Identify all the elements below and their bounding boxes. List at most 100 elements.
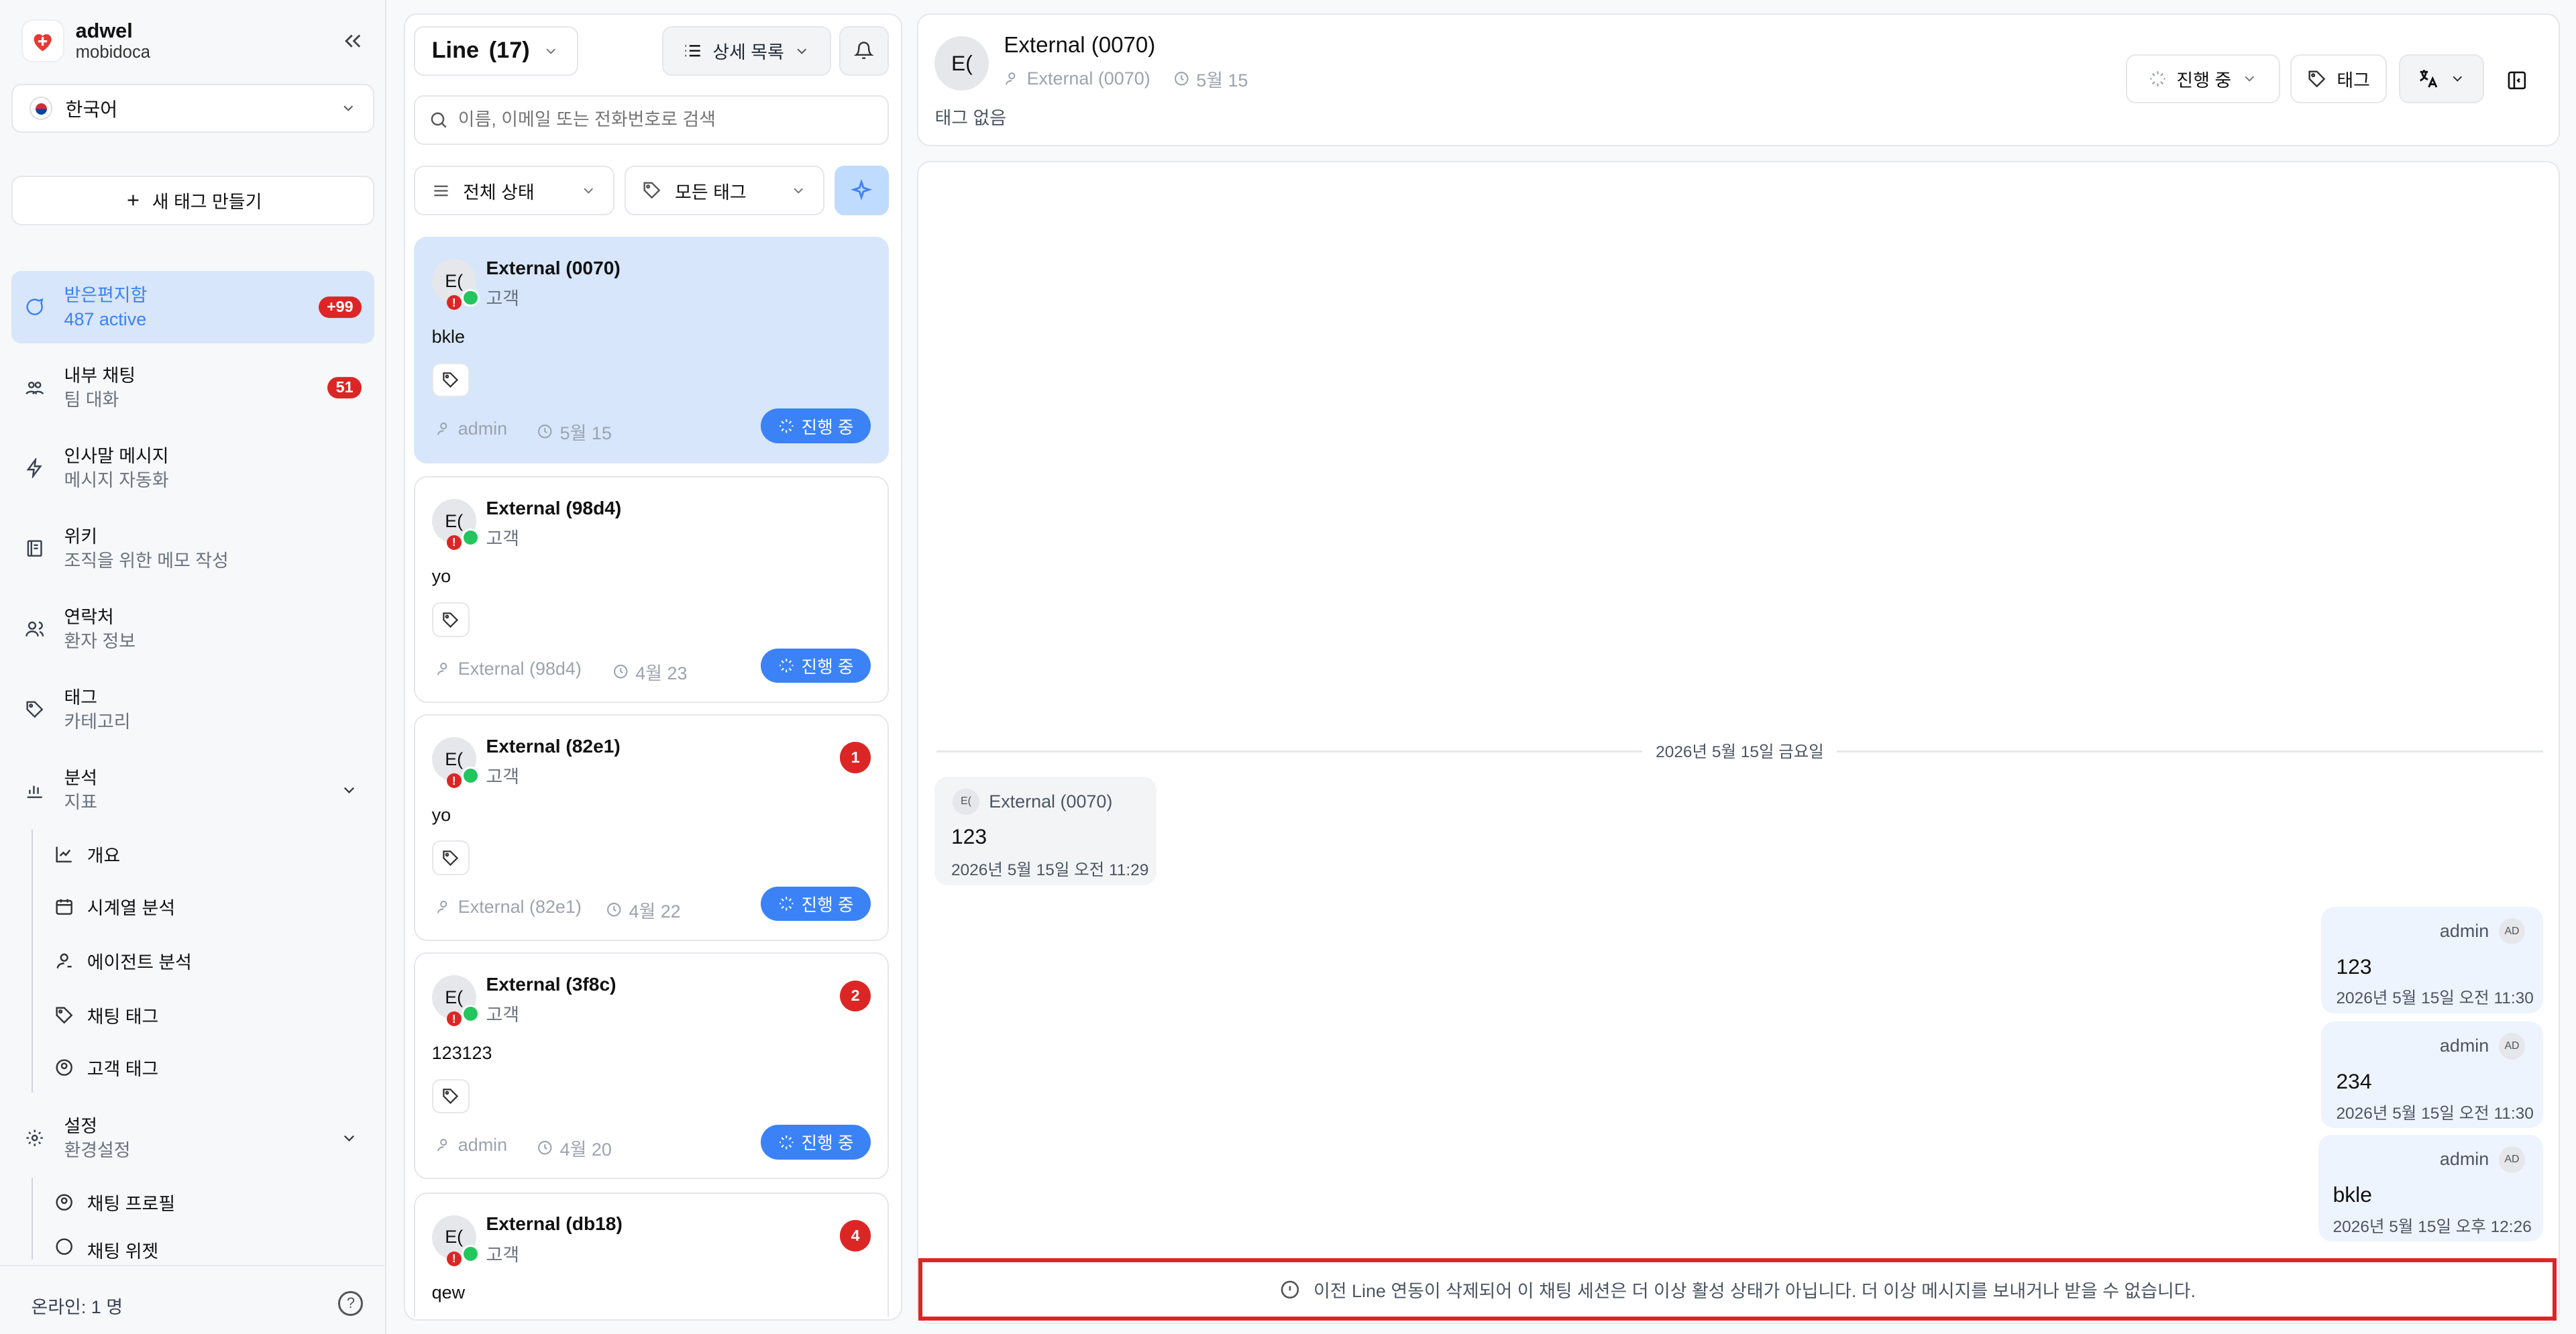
avatar: E( (934, 36, 989, 91)
status-badge[interactable]: 진행 중 (761, 648, 871, 683)
sidebar-item-wiki[interactable]: 위키 조직을 위한 메모 작성 (11, 512, 374, 585)
notice-text: 이전 Line 연동이 삭제되어 이 채팅 세션은 더 이상 활성 상태가 아닙… (1313, 1280, 2196, 1301)
alert-icon: ! (446, 535, 462, 550)
collapse-sidebar-button[interactable] (338, 26, 368, 56)
add-tag-button[interactable] (431, 602, 470, 637)
subnav-chat-tags[interactable]: 채팅 태그 (54, 997, 159, 1034)
avatar: AD (2498, 1033, 2526, 1060)
status-filter[interactable]: 전체 상태 (414, 166, 614, 215)
unread-badge: 2 (839, 980, 871, 1012)
status-badge[interactable]: 진행 중 (761, 1125, 871, 1160)
new-tag-button[interactable]: 새 태그 만들기 (11, 176, 375, 225)
tag-icon (443, 612, 459, 628)
status-badge[interactable]: 진행 중 (761, 408, 871, 443)
subnav-overview[interactable]: 개요 (54, 836, 121, 873)
assignee-name: External (98d4) (458, 658, 582, 679)
status-select-label: 진행 중 (2176, 70, 2232, 91)
sidebar-item-contacts[interactable]: 연락처 환자 정보 (11, 593, 374, 665)
add-tag-button[interactable] (431, 840, 470, 875)
user-icon (437, 1139, 447, 1152)
double-chevron-left-icon (345, 34, 361, 48)
conversation-card[interactable]: E( ! External (0070) 고객 bkle admin 5월 15… (414, 236, 889, 463)
incoming-message: E(External (0070) 123 2026년 5월 15일 오전 11… (934, 777, 1157, 885)
conversation-card[interactable]: E( ! External (db18) 고객 4 qew (414, 1192, 889, 1318)
status-filter-label: 전체 상태 (463, 182, 535, 203)
user-icon (437, 423, 447, 435)
message-preview: yo (431, 804, 451, 825)
conversation-card[interactable]: E( ! External (3f8c) 고객 2 123123 admin 4… (414, 952, 889, 1180)
chevron-down-icon (343, 1135, 354, 1142)
sidebar-item-settings[interactable]: 설정 환경설정 (11, 1102, 374, 1174)
chevron-down-icon (584, 188, 594, 194)
contact-role: 고객 (486, 288, 519, 309)
avatar: E( (953, 788, 979, 815)
assignee: External (0070) (1004, 68, 1150, 89)
sidebar-item-tags[interactable]: 태그 카테고리 (11, 673, 374, 746)
conversation-card[interactable]: E( ! External (82e1) 고객 1 yo External (8… (414, 714, 889, 942)
subnav-label: 채팅 태그 (87, 1006, 159, 1027)
sender-name: admin (2439, 921, 2489, 942)
translate-select[interactable] (2398, 54, 2484, 104)
chevron-down-icon (794, 188, 804, 194)
subnav-chat-widget[interactable]: 채팅 위젯 (54, 1237, 158, 1260)
assignee-name: External (0070) (1026, 68, 1150, 89)
language-select[interactable]: 한국어 (11, 83, 375, 133)
line-channel-icon (461, 529, 480, 547)
status-label: 진행 중 (801, 418, 854, 437)
add-tag-button[interactable] (431, 362, 470, 398)
conversation-card[interactable]: E( ! External (98d4) 고객 yo External (98d… (414, 476, 889, 704)
message-time: 2026년 5월 15일 오전 11:29 (951, 861, 1149, 880)
subnav-label: 시계열 분석 (87, 898, 176, 919)
status-badge[interactable]: 진행 중 (761, 887, 871, 922)
tag-button[interactable]: 태그 (2290, 54, 2387, 104)
assignee-name: admin (458, 1134, 508, 1155)
channel-select[interactable]: Line (17) (414, 26, 579, 76)
chevron-down-icon (2453, 76, 2463, 82)
conversation-date: 4월 20 (537, 1135, 612, 1161)
sidebar-item-inbox[interactable]: 받은편지함 487 active +99 (11, 271, 375, 343)
ai-sparkle-button[interactable] (835, 166, 889, 215)
sidebar-item-internal-chat[interactable]: 내부 채팅 팀 대화 51 (11, 351, 374, 424)
sidebar-item-greeting[interactable]: 인사말 메시지 메시지 자동화 (11, 432, 374, 504)
status-select[interactable]: 진행 중 (2126, 54, 2281, 104)
toggle-panel-button[interactable] (2500, 66, 2533, 95)
message-preview: 123123 (431, 1042, 492, 1063)
menu-lines-icon (433, 185, 448, 196)
search-input[interactable] (458, 109, 875, 131)
conversation-date: 5월 15 (537, 419, 612, 445)
line-channel-icon (461, 288, 480, 307)
unread-badge: 4 (839, 1220, 871, 1252)
clock-icon (1174, 72, 1189, 86)
sidebar-item-sub: 카테고리 (64, 711, 131, 732)
plus-icon (127, 194, 139, 206)
spinner-icon (780, 1135, 794, 1150)
inactive-session-notice: 이전 Line 연동이 삭제되어 이 채팅 세션은 더 이상 활성 상태가 아닙… (918, 1258, 2557, 1321)
status-label: 진행 중 (801, 896, 854, 915)
clock-icon (614, 664, 628, 679)
view-mode-select[interactable]: 상세 목록 (661, 26, 832, 76)
outgoing-message: admin AD bkle 2026년 5월 15일 오후 12:26 (2318, 1135, 2544, 1242)
contact-name: External (98d4) (486, 497, 622, 518)
tag-filter[interactable]: 모든 태그 (624, 166, 825, 215)
add-tag-button[interactable] (431, 1078, 470, 1113)
assignee: External (82e1) (435, 897, 582, 918)
sidebar-item-analytics[interactable]: 분석 지표 (11, 754, 374, 826)
subnav-label: 고객 태그 (87, 1059, 159, 1080)
help-icon[interactable]: ? (338, 1290, 364, 1316)
subnav-line (31, 1177, 33, 1260)
subnav-customer-tags[interactable]: 고객 태그 (54, 1050, 159, 1086)
list-icon (685, 45, 700, 57)
subnav-timeseries[interactable]: 시계열 분석 (54, 889, 175, 925)
alert-icon: ! (446, 295, 462, 311)
info-circle-icon (1281, 1280, 1299, 1298)
subnav-chat-profile[interactable]: 채팅 프로필 (54, 1184, 175, 1221)
message-preview: yo (431, 566, 451, 587)
subnav-label: 에이전트 분석 (87, 952, 192, 973)
notifications-button[interactable] (839, 26, 889, 76)
search-box[interactable] (414, 95, 889, 145)
subnav-agent-analytics[interactable]: 에이전트 분석 (54, 943, 192, 979)
lightning-icon (26, 458, 42, 478)
alert-icon: ! (446, 773, 462, 789)
contact-name: External (0070) (486, 258, 621, 279)
subnav-label: 개요 (87, 845, 121, 866)
